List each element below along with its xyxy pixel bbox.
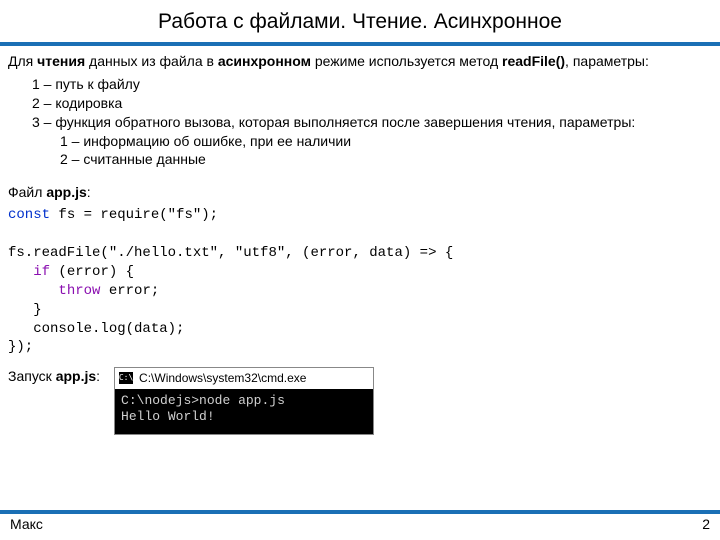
console-window: C:\ C:\Windows\system32\cmd.exe C:\nodej… (114, 367, 374, 435)
intro-paragraph: Для чтения данных из файла в асинхронном… (8, 52, 712, 71)
footer: Макс 2 (0, 510, 720, 540)
content: Для чтения данных из файла в асинхронном… (0, 52, 720, 435)
console-line-1: C:\nodejs>node app.js (121, 393, 367, 410)
footer-page-number: 2 (702, 516, 710, 532)
kw-throw: throw (58, 283, 100, 299)
divider-top (0, 42, 720, 46)
page-title: Работа с файлами. Чтение. Асинхронное (0, 0, 720, 40)
footer-author: Макс (10, 516, 43, 532)
console-title-text: C:\Windows\system32\cmd.exe (139, 370, 306, 386)
param-1: 1 – путь к файлу (8, 75, 712, 94)
file-name: app.js (46, 184, 86, 200)
code-block: const fs = require("fs"); fs.readFile(".… (8, 206, 712, 357)
code-line: } (8, 302, 42, 318)
cb-param-2: 2 – считанные данные (8, 150, 712, 169)
cb-param-1: 1 – информацию об ошибке, при ее наличии (8, 132, 712, 151)
console-line-2: Hello World! (121, 409, 367, 426)
run-label-line: Запуск app.js: (8, 367, 100, 386)
run-name: app.js (56, 368, 96, 384)
kw-if: if (33, 264, 50, 280)
code-line: fs.readFile("./hello.txt", "utf8", (erro… (8, 245, 453, 261)
cmd-icon: C:\ (119, 372, 133, 384)
param-2: 2 – кодировка (8, 94, 712, 113)
console-body: C:\nodejs>node app.js Hello World! (115, 389, 373, 435)
kw-const: const (8, 207, 50, 223)
file-label: Файл (8, 184, 46, 200)
param-3: 3 – функция обратного вызова, которая вы… (8, 113, 712, 132)
run-label: Запуск (8, 368, 56, 384)
code-line: }); (8, 339, 33, 355)
code-line: console.log(data); (8, 321, 184, 337)
console-titlebar: C:\ C:\Windows\system32\cmd.exe (115, 368, 373, 388)
file-label-line: Файл app.js: (8, 183, 712, 202)
